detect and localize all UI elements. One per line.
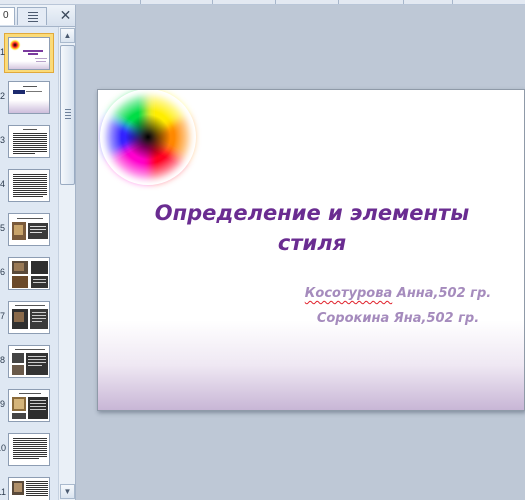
slide-thumbnail[interactable]: 5	[0, 211, 58, 253]
author-surname-misspelled: Косотурова	[304, 286, 393, 301]
title-line: Определение и элементы	[154, 201, 470, 225]
slide-thumbnail[interactable]: 4	[0, 167, 58, 209]
slide-thumbnail[interactable]: 10	[0, 431, 58, 473]
title-line: стиля	[277, 231, 347, 255]
grip-line	[65, 115, 71, 116]
outline-list-icon	[28, 12, 38, 22]
slide-thumbnail[interactable]: 6	[0, 255, 58, 297]
slide-preview	[8, 301, 50, 334]
slide-number: 5	[0, 223, 6, 233]
slide-number: 8	[0, 355, 6, 365]
slide-preview	[8, 81, 50, 114]
slide-number: 6	[0, 267, 6, 277]
arrow-down-icon: ▼	[63, 487, 72, 496]
slide-preview	[8, 345, 50, 378]
slide-thumbnail[interactable]: 2	[0, 79, 58, 121]
author-line[interactable]: Сорокина Яна,502 гр.	[278, 311, 518, 326]
slide-number: 7	[0, 311, 6, 321]
arrow-up-icon: ▲	[63, 31, 72, 40]
ribbon-divider	[212, 0, 213, 4]
ribbon-divider	[452, 0, 453, 4]
ribbon-divider	[140, 0, 141, 4]
slide[interactable]: Определение и элементы стиля Косотурова …	[97, 89, 525, 411]
slide-preview	[8, 37, 50, 70]
slide-number: 11	[0, 487, 6, 497]
grip-line	[65, 112, 71, 113]
slide-preview	[8, 169, 50, 202]
scroll-thumb[interactable]	[60, 45, 75, 185]
ribbon-divider	[275, 0, 276, 4]
slide-title[interactable]: Определение и элементы стиля	[98, 198, 524, 258]
ribbon-divider	[403, 0, 404, 4]
slide-thumbnail[interactable]: 8	[0, 343, 58, 385]
slide-number: 9	[0, 399, 6, 409]
slide-number: 4	[0, 179, 6, 189]
scroll-down-button[interactable]: ▼	[60, 484, 75, 499]
slide-number: 2	[0, 91, 6, 101]
slide-preview	[8, 213, 50, 246]
slide-thumbnail[interactable]: 9	[0, 387, 58, 429]
close-icon: ✕	[59, 7, 72, 23]
close-pane-button[interactable]: ✕	[58, 8, 73, 23]
scroll-up-button[interactable]: ▲	[60, 28, 75, 43]
slide-preview	[8, 477, 50, 500]
slides-tab[interactable]: 0	[0, 7, 15, 25]
slide-thumbnail-pane: 0 ✕ 1 2 3 4 5 6 7 8 9 0 1 ▲ ▼	[0, 5, 76, 500]
slide-preview	[8, 389, 50, 422]
slide-thumbnail[interactable]: 11	[0, 475, 58, 500]
ribbon-divider	[338, 0, 339, 4]
thumbnail-list: 1 2 3 4 5 6 7 8 9 0 1	[0, 27, 58, 500]
pane-header: 0 ✕	[0, 5, 75, 27]
author-line[interactable]: Косотурова Анна,502 гр.	[278, 286, 518, 301]
slide-thumbnail[interactable]: 3	[0, 123, 58, 165]
grip-line	[65, 118, 71, 119]
slide-number: 1	[0, 47, 6, 57]
author-details: Анна,502 гр.	[392, 286, 492, 301]
outline-tab[interactable]	[17, 7, 47, 25]
slide-preview	[8, 257, 50, 290]
slides-tab-label: 0	[3, 10, 9, 21]
grip-line	[65, 109, 71, 110]
slide-thumbnail[interactable]: 1	[0, 33, 58, 77]
slide-thumbnail[interactable]: 7	[0, 299, 58, 341]
thumbnail-scrollbar[interactable]: ▲ ▼	[58, 27, 75, 500]
slide-preview	[8, 125, 50, 158]
slide-number: 10	[0, 443, 6, 453]
slide-number: 3	[0, 135, 6, 145]
slide-preview	[8, 433, 50, 466]
